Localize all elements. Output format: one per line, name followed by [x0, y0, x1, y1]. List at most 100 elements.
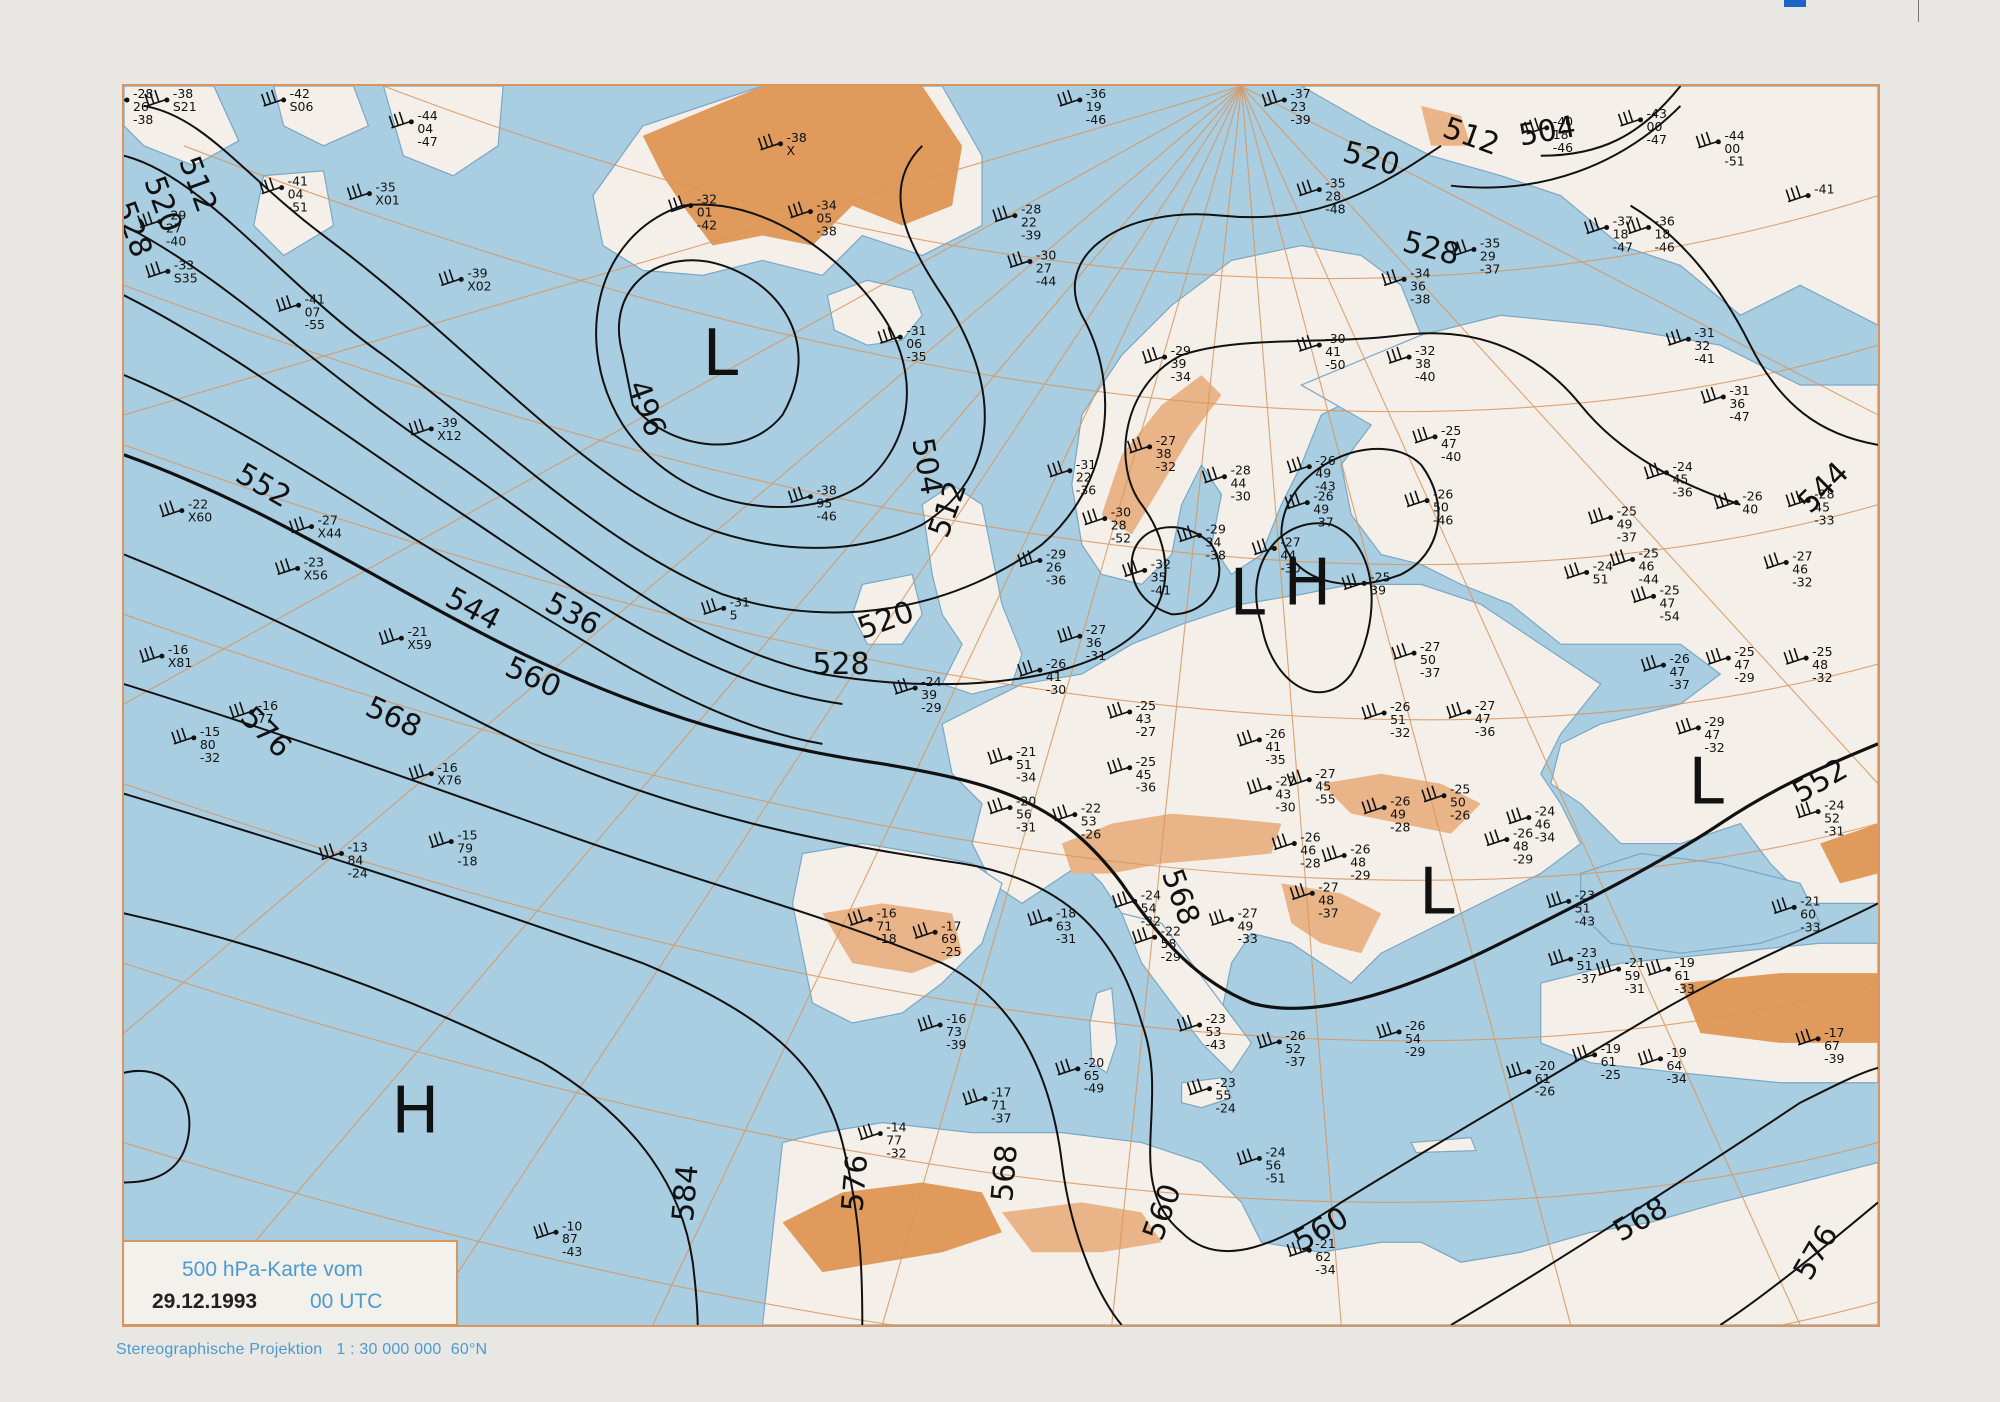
- station-value: -42: [697, 218, 717, 233]
- station-dot: [1815, 1036, 1821, 1042]
- projection-note: Stereographische Projektion 1 : 30 000 0…: [116, 1341, 488, 1358]
- station-dot: [428, 771, 434, 777]
- station-dot: [553, 1229, 559, 1235]
- station-dot: [1725, 655, 1731, 661]
- station-value: -36: [1475, 724, 1495, 739]
- station-value: -39: [946, 1037, 966, 1052]
- station-dot: [398, 635, 404, 641]
- station-value: -24: [347, 865, 367, 880]
- station-dot: [1630, 556, 1636, 562]
- station-value: -26: [1450, 808, 1470, 823]
- station-value: -28: [1300, 855, 1320, 870]
- station-dot: [1663, 470, 1669, 476]
- station-value: -49: [1084, 1081, 1104, 1096]
- legend-title: 500 hPa-Karte vom: [182, 1258, 363, 1281]
- station-value: -55: [1315, 792, 1335, 807]
- station-value: -30: [1230, 489, 1250, 504]
- low-center-symbol: L: [1688, 746, 1724, 820]
- station-dot: [1341, 853, 1347, 859]
- station-value: -37: [1318, 905, 1338, 920]
- station-dot: [1306, 1247, 1312, 1253]
- station-value: -37: [1313, 515, 1333, 530]
- station-value: -33: [1800, 919, 1820, 934]
- station-dot: [1316, 342, 1322, 348]
- station-value: -36: [1076, 483, 1096, 498]
- station-dot: [1526, 1069, 1532, 1075]
- station-value: -48: [1325, 202, 1345, 217]
- station-dot: [778, 141, 783, 147]
- legend-date: 29.12.1993: [152, 1290, 258, 1313]
- station-value: -31: [1625, 981, 1645, 996]
- station-dot: [1127, 765, 1133, 771]
- station-dot: [1733, 500, 1739, 506]
- station-dot: [1665, 966, 1671, 972]
- station-dot: [1072, 812, 1078, 818]
- station-dot: [279, 185, 285, 191]
- station-value: -46: [1655, 239, 1675, 254]
- station-value: -38: [1206, 547, 1226, 562]
- station-value: -33: [1237, 931, 1257, 946]
- station-dot: [807, 494, 813, 500]
- station-value: -47: [1729, 409, 1749, 424]
- station-dot: [1791, 904, 1797, 910]
- station-value: X01: [375, 193, 399, 208]
- station-dot: [1047, 916, 1053, 922]
- station-value: -39: [1021, 228, 1041, 243]
- station-value: -29: [1734, 670, 1754, 685]
- legend-box: 500 hPa-Karte vom 29.12.1993 00 UTC: [122, 1240, 458, 1326]
- station-value: -25: [1601, 1067, 1621, 1082]
- low-center-symbol: L: [703, 317, 739, 391]
- low-center-symbol: L: [1419, 855, 1455, 929]
- station-value: -38: [1410, 291, 1430, 306]
- station-value: -29: [1350, 867, 1370, 882]
- station-value: -43: [1575, 913, 1595, 928]
- station-dot: [1604, 225, 1610, 231]
- station-value: -40: [166, 233, 186, 248]
- station-dot: [1102, 516, 1108, 522]
- station-dot: [1291, 841, 1297, 847]
- sheet-edge-mark: [1918, 0, 1919, 22]
- station-dot: [1007, 755, 1013, 761]
- station-value: X81: [168, 655, 192, 670]
- station-dot: [1256, 737, 1262, 743]
- station-dot: [366, 191, 372, 197]
- station-dot: [1381, 805, 1387, 811]
- station-value: -37: [1420, 665, 1440, 680]
- station-dot: [448, 839, 454, 845]
- station-dot: [1067, 468, 1073, 474]
- station-value: -26: [1535, 1084, 1555, 1099]
- station-value: -36: [1046, 572, 1066, 587]
- station-dot: [1306, 777, 1312, 783]
- station-dot: [1127, 709, 1133, 715]
- station-dot: [1616, 966, 1622, 972]
- weather-map: 496 504 512 520 528 536 544 552 560 568 …: [122, 84, 1880, 1327]
- station-dot: [932, 929, 938, 935]
- station-value: S35: [174, 270, 198, 285]
- station-value: -34: [1535, 830, 1555, 845]
- station-value: -41: [1694, 351, 1714, 366]
- station-value: -24: [1216, 1101, 1236, 1116]
- station-dot: [1608, 515, 1614, 521]
- station-value: 40: [1742, 502, 1758, 517]
- station-dot: [877, 1131, 883, 1137]
- station-dot: [1077, 633, 1083, 639]
- station-value: -30: [1275, 800, 1295, 815]
- station-value: -46: [1553, 140, 1573, 155]
- station-dot: [1803, 655, 1809, 661]
- station-value: -50: [1325, 357, 1345, 372]
- station-value: -25: [941, 944, 961, 959]
- station-dot: [1471, 246, 1477, 252]
- station-dot: [164, 97, 170, 103]
- station-dot: [296, 302, 302, 308]
- station-value: -40: [1441, 449, 1461, 464]
- station-dot: [1147, 444, 1153, 450]
- station-dot: [1306, 464, 1312, 470]
- station-dot: [1584, 569, 1590, 575]
- station-dot: [1281, 97, 1287, 103]
- station-dot: [1401, 276, 1407, 282]
- station-value: -18: [876, 931, 896, 946]
- station-dot: [1142, 567, 1148, 573]
- station-value: -38: [816, 224, 836, 239]
- station-dot: [1037, 557, 1043, 563]
- station-value: -32: [200, 750, 220, 765]
